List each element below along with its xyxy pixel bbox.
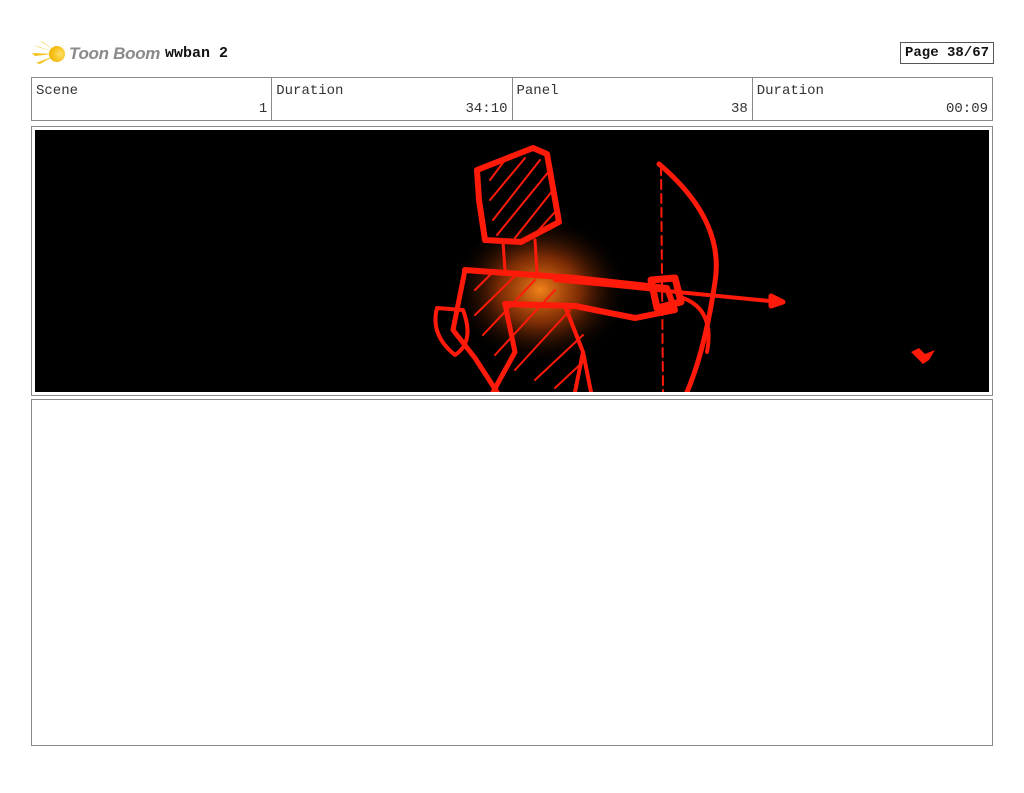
- page-number-badge: Page 38/67: [899, 42, 994, 64]
- archer-sketch-drawing: [433, 145, 935, 392]
- scene-duration-label: Duration: [276, 83, 344, 99]
- bird-silhouette: [911, 348, 935, 364]
- panel-duration-cell: Duration 00:09: [753, 78, 992, 120]
- scene-info-table: Scene 1 Duration 34:10 Panel 38 Duration…: [31, 77, 993, 121]
- panel-duration-value: 00:09: [945, 101, 988, 117]
- comet-icon: [32, 41, 65, 64]
- panel-duration-label: Duration: [756, 83, 824, 99]
- storyboard-panel-image: [35, 130, 989, 392]
- scene-cell: Scene 1: [32, 78, 273, 120]
- panel-label: Panel: [516, 83, 559, 99]
- toon-boom-logo: Toon Boom: [32, 38, 160, 70]
- project-title: wwban 2: [165, 45, 229, 62]
- page-header: Toon Boom wwban 2 Page 38/67: [32, 38, 994, 70]
- scene-value: 1: [258, 101, 268, 117]
- scene-duration-value: 34:10: [465, 101, 508, 117]
- storyboard-panel-frame: [31, 126, 993, 396]
- scene-label: Scene: [36, 83, 79, 99]
- panel-cell: Panel 38: [513, 78, 753, 120]
- logo-wordmark: Toon Boom: [69, 44, 161, 63]
- notes-area: [31, 399, 993, 746]
- panel-value: 38: [730, 101, 748, 117]
- scene-duration-cell: Duration 34:10: [272, 78, 513, 120]
